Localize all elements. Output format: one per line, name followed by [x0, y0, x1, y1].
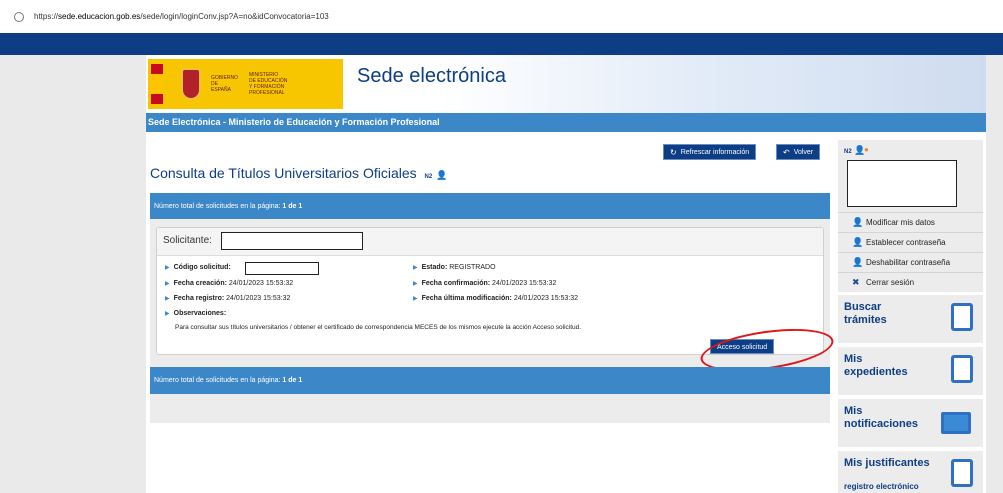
menu-label: Modificar mis datos: [866, 218, 935, 227]
fecha-creacion-value: 24/01/2023 15:53:32: [228, 280, 294, 287]
bullet-arrow-icon: ▶: [413, 281, 418, 287]
fecha-ultima-field: ▶ Fecha última modificación: 24/01/2023 1…: [413, 295, 578, 302]
refresh-button[interactable]: ↻ Refrescar información: [663, 144, 757, 160]
government-logo[interactable]: GOBIERNO DE ESPAÑA MINISTERIO DE EDUCACI…: [148, 59, 343, 109]
solicitante-row: Solicitante:: [157, 228, 823, 256]
fecha-creacion-field: ▶ Fecha creación: 24/01/2023 15:53:32: [165, 280, 293, 287]
count-bar-bottom: Número total de solicitudes en la página…: [150, 367, 830, 394]
back-button[interactable]: ↶ Volver: [776, 144, 821, 160]
bullet-arrow-icon: ▶: [165, 311, 170, 317]
estado-label: Estado:: [421, 264, 448, 271]
observaciones-label: Observaciones:: [173, 310, 227, 317]
codigo-field: ▶ Código solicitud:: [165, 264, 231, 271]
refresh-label: Refrescar información: [680, 148, 750, 156]
menu-deshabilitar-contrasena[interactable]: 👤 Deshabilitar contraseña: [838, 252, 983, 272]
count-prefix: Número total de solicitudes en la página…: [154, 203, 281, 210]
solicitante-redacted: [221, 232, 363, 250]
menu-label: Deshabilitar contraseña: [866, 258, 951, 267]
user-edit-icon: 👤: [852, 217, 864, 227]
menu-label: Establecer contraseña: [866, 238, 946, 247]
search-document-icon: [951, 303, 973, 331]
estado-field: ▶ Estado: REGISTRADO: [413, 264, 496, 271]
user-menu: 👤 Modificar mis datos 👤 Establecer contras…: [838, 212, 983, 292]
user-level-icon: 👤: [436, 170, 448, 180]
fecha-confirmacion-label: Fecha confirmación:: [421, 280, 491, 287]
fecha-ultima-value: 24/01/2023 15:53:32: [513, 295, 579, 302]
info-icon[interactable]: [14, 11, 24, 22]
tile-line1: Mis: [844, 405, 863, 417]
menu-modificar-datos[interactable]: 👤 Modificar mis datos: [838, 212, 983, 232]
url-text[interactable]: https://sede.educacion.gob.es/sede/login…: [34, 12, 329, 21]
site-title: Sede electrónica: [357, 65, 506, 87]
tile-mis-expedientes[interactable]: Mis expedientes: [838, 347, 983, 395]
close-icon: ✖: [852, 277, 860, 287]
fecha-registro-field: ▶ Fecha registro: 24/01/2023 15:53:32: [165, 295, 290, 302]
fecha-creacion-label: Fecha creación:: [173, 280, 227, 287]
bullet-arrow-icon: ▶: [413, 296, 418, 302]
count-prefix: Número total de solicitudes en la página…: [154, 377, 281, 384]
tile-line1: Mis justificantes: [844, 457, 930, 469]
bullet-arrow-icon: ▶: [165, 265, 170, 271]
observaciones-text: Para consultar sus títulos universitario…: [175, 324, 582, 331]
back-arrow-icon: ↶: [783, 147, 790, 157]
estado-value: REGISTRADO: [449, 264, 496, 271]
count-value: 1 de 1: [282, 377, 303, 384]
bullet-arrow-icon: ▶: [413, 265, 418, 271]
receipt-icon: [951, 459, 973, 487]
menu-cerrar-sesion[interactable]: ✖ Cerrar sesión: [838, 272, 983, 292]
url-path: /sede/login/loginConv.jsp?A=no&idConvoca…: [140, 12, 329, 21]
level-badge: N2: [424, 174, 433, 180]
solicitante-label: Solicitante:: [163, 235, 212, 246]
address-bar[interactable]: https://sede.educacion.gob.es/sede/login…: [0, 0, 1003, 33]
folder-search-icon: [951, 355, 973, 383]
back-label: Volver: [793, 148, 814, 156]
fecha-registro-value: 24/01/2023 15:53:32: [226, 295, 291, 302]
fecha-confirmacion-value: 24/01/2023 15:53:32: [492, 280, 557, 287]
codigo-redacted: [245, 262, 319, 275]
user-name-redacted: [847, 160, 957, 207]
user-key-icon: 👤: [852, 237, 864, 247]
menu-label: Cerrar sesión: [866, 278, 915, 287]
tile-line1: Buscar: [844, 301, 882, 313]
user-panel: N2 👤 ● 👤 Modificar mis datos 👤 Establecer …: [838, 140, 983, 292]
logo-ministerio-text: MINISTERIO DE EDUCACIÓN Y FORMACIÓN PROF…: [249, 72, 288, 96]
tile-buscar-tramites[interactable]: Buscar trámites: [838, 295, 983, 343]
tile-line2: trámites: [844, 314, 887, 326]
tile-line2: expedientes: [844, 366, 908, 378]
page-title-text: Consulta de Títulos Universitarios Ofici…: [150, 165, 417, 181]
main-container: GOBIERNO DE ESPAÑA MINISTERIO DE EDUCACI…: [146, 55, 986, 493]
tile-mis-justificantes[interactable]: Mis justificantes registro electrónico: [838, 451, 983, 493]
url-domain: sede.educacion.gob.es: [58, 12, 141, 21]
coat-of-arms-icon: [181, 68, 201, 100]
top-band: [0, 33, 1003, 55]
bullet-arrow-icon: ▶: [165, 281, 170, 287]
bullet-arrow-icon: ▶: [165, 296, 170, 302]
codigo-label: Código solicitud:: [173, 264, 231, 271]
site-header: GOBIERNO DE ESPAÑA MINISTERIO DE EDUCACI…: [146, 55, 986, 113]
key-icon: ●: [864, 145, 869, 154]
fecha-confirmacion-field: ▶ Fecha confirmación: 24/01/2023 15:53:32: [413, 280, 556, 287]
fecha-registro-label: Fecha registro:: [173, 295, 225, 302]
eu-flag-icon: [151, 64, 163, 104]
page-title: Consulta de Títulos Universitarios Ofici…: [150, 165, 447, 181]
request-card: Solicitante: ▶ Código solicitud: ▶ Fecha c…: [156, 227, 824, 355]
fecha-ultima-label: Fecha última modificación:: [421, 295, 512, 302]
logo-gobierno-text: GOBIERNO DE ESPAÑA: [211, 75, 238, 93]
envelope-icon: [941, 412, 971, 434]
user-lock-icon: 👤: [852, 257, 864, 267]
sidebar-level-badge: N2: [844, 149, 852, 155]
count-bar-top: Número total de solicitudes en la página…: [150, 193, 830, 220]
url-prefix: https://: [34, 12, 59, 21]
tile-line2: notificaciones: [844, 418, 918, 430]
count-value: 1 de 1: [282, 203, 303, 210]
ministry-bar: Sede Electrónica - Ministerio de Educaci…: [146, 113, 986, 132]
refresh-icon: ↻: [670, 147, 677, 157]
menu-establecer-contrasena[interactable]: 👤 Establecer contraseña: [838, 232, 983, 252]
tile-line2: registro electrónico: [844, 482, 919, 491]
observaciones-field: ▶ Observaciones:: [165, 310, 226, 317]
tile-mis-notificaciones[interactable]: Mis notificaciones: [838, 399, 983, 447]
tile-line1: Mis: [844, 353, 863, 365]
